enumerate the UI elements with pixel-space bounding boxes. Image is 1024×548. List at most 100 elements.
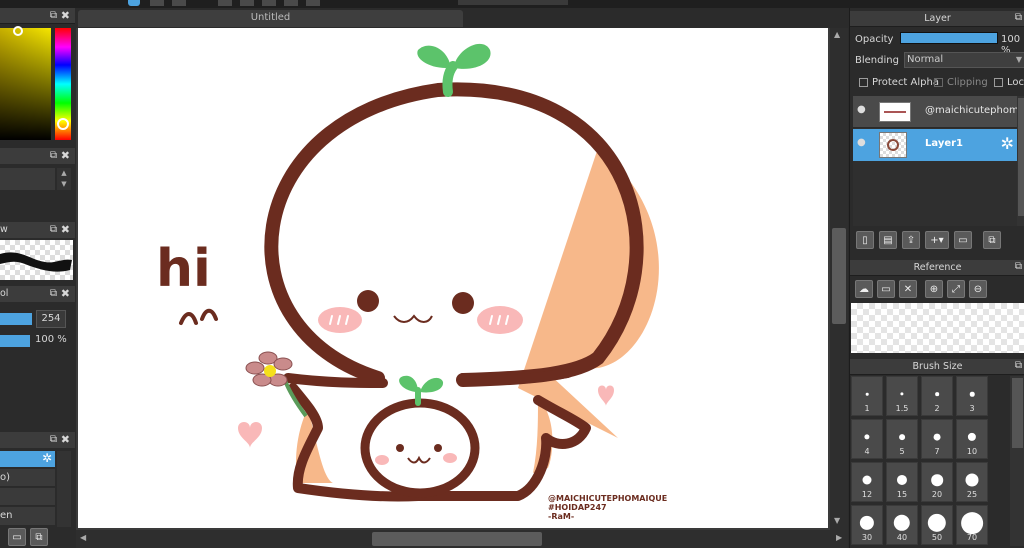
gear-icon[interactable]: ✲ [1001, 134, 1014, 153]
visibility-icon[interactable]: ● [857, 104, 866, 115]
float-icon[interactable]: ⧉ [50, 288, 57, 299]
zoom-out-icon[interactable]: ⊖ [969, 280, 987, 298]
scroll-right-arrow[interactable]: ▶ [836, 533, 842, 542]
brush-size-preset[interactable]: 10 [956, 419, 988, 459]
scroll-thumb[interactable] [832, 228, 846, 324]
toolbar-button[interactable] [218, 0, 232, 6]
stepper[interactable]: ▲ ▼ [57, 168, 71, 190]
brush-size-preset[interactable]: 3 [956, 376, 988, 416]
brush-size-preset[interactable]: 2 [921, 376, 953, 416]
layer-opacity-slider[interactable] [900, 32, 998, 44]
brush-size-dot [961, 512, 983, 534]
float-icon[interactable]: ⧉ [50, 434, 57, 445]
credit-line: #HOIDAP247 [548, 503, 607, 512]
visibility-icon[interactable]: ● [857, 137, 866, 148]
brush-size-preset[interactable]: 25 [956, 462, 988, 502]
new-layer-options-icon[interactable]: ▤ [879, 231, 897, 249]
toolbar-button[interactable] [172, 0, 186, 6]
layer-name: o) [0, 472, 11, 483]
scroll-thumb[interactable] [372, 532, 542, 546]
brush-size-preset[interactable]: 1 [851, 376, 883, 416]
toolbar-button[interactable] [306, 0, 320, 6]
close-icon[interactable]: ✖ [61, 223, 70, 236]
toolbar-field[interactable] [458, 0, 568, 5]
canvas-tab[interactable]: Untitled [78, 10, 463, 27]
protect-alpha-checkbox[interactable] [859, 77, 868, 87]
scroll-left-arrow[interactable]: ◀ [80, 533, 86, 542]
toolbar-button[interactable] [284, 0, 298, 6]
hue-cursor[interactable] [57, 118, 69, 130]
toolbar-button[interactable] [240, 0, 254, 6]
brush-size-preset[interactable]: 15 [886, 462, 918, 502]
close-icon[interactable]: ✖ [61, 9, 70, 22]
close-icon[interactable]: ✖ [61, 433, 70, 446]
protect-alpha-option[interactable]: Protect Alpha [859, 77, 939, 88]
brush-size-preset[interactable]: 7 [921, 419, 953, 459]
brush-size-label: 1 [864, 404, 870, 413]
brush-size-preset[interactable]: 1.5 [886, 376, 918, 416]
new-layer-icon[interactable]: ▯ [856, 231, 874, 249]
brush-size-scrollbar[interactable] [1010, 376, 1024, 546]
left-layer-scrollbar[interactable] [57, 451, 71, 527]
brush-size-dot [862, 475, 872, 485]
left-layer-row[interactable]: o) [0, 469, 55, 487]
gear-icon[interactable]: ✲ [42, 451, 52, 465]
brush-size-preset[interactable]: 50 [921, 505, 953, 545]
brush-size-dot [931, 474, 943, 486]
clipping-option[interactable]: Clipping [934, 77, 988, 88]
open-folder-icon[interactable]: ▭ [877, 280, 895, 298]
layer-list-scrollbar[interactable] [1017, 96, 1024, 226]
size-value-field[interactable]: 254 [36, 310, 66, 328]
left-layer-row-selected[interactable]: ✲ [0, 451, 55, 467]
layer-row[interactable]: ● @maichicutephom [853, 96, 1017, 128]
close-icon[interactable]: ✖ [61, 287, 70, 300]
brush-size-preset[interactable]: 40 [886, 505, 918, 545]
left-layer-row[interactable]: en [0, 507, 55, 525]
duplicate-icon[interactable]: ⧉ [30, 528, 48, 546]
float-icon[interactable]: ⧉ [1015, 261, 1022, 272]
blending-value: Normal [907, 54, 944, 65]
reference-image-area[interactable] [851, 303, 1024, 353]
scroll-up-arrow[interactable]: ▲ [834, 30, 840, 39]
blending-select[interactable]: Normal ▼ [904, 52, 1024, 68]
canvas-horizontal-scrollbar[interactable]: ◀ ▶ [76, 530, 848, 548]
toolbar-button[interactable] [262, 0, 276, 6]
add-layer-dropdown-icon[interactable]: +▾ [925, 231, 949, 249]
brush-size-preset[interactable]: 20 [921, 462, 953, 502]
color-saturation-square[interactable] [0, 26, 51, 140]
layer-row-selected[interactable]: ● Layer1 ✲ [853, 129, 1017, 161]
hue-slider[interactable] [55, 28, 71, 140]
lock-option[interactable]: Lock [994, 77, 1024, 88]
import-layer-icon[interactable]: ⇪ [902, 231, 920, 249]
float-icon[interactable]: ⧉ [1015, 12, 1022, 23]
brush-size-preset[interactable]: 4 [851, 419, 883, 459]
opacity-slider[interactable] [0, 335, 30, 347]
size-slider[interactable] [0, 313, 32, 325]
toolbar-button[interactable] [150, 0, 164, 6]
float-icon[interactable]: ⧉ [1015, 360, 1022, 371]
drawing-canvas[interactable]: hi @MAICHICUTEPHOMAIQUE #HOIDAP247 -RaM- [78, 28, 828, 528]
canvas-vertical-scrollbar[interactable]: ▲ ▼ [830, 28, 848, 530]
lock-checkbox[interactable] [994, 77, 1003, 87]
float-icon[interactable]: ⧉ [50, 224, 57, 235]
fit-icon[interactable]: ⤢ [947, 280, 965, 298]
color-picker-cursor[interactable] [13, 26, 23, 36]
left-layer-row[interactable] [0, 488, 55, 506]
brush-size-preset[interactable]: 5 [886, 419, 918, 459]
panel-field[interactable] [0, 168, 55, 190]
scroll-down-arrow[interactable]: ▼ [834, 516, 840, 525]
brush-size-preset[interactable]: 30 [851, 505, 883, 545]
duplicate-icon[interactable]: ⧉ [983, 231, 1001, 249]
toolbar-button[interactable] [128, 0, 140, 6]
close-icon[interactable]: ✕ [899, 280, 917, 298]
folder-icon[interactable]: ▭ [8, 528, 26, 546]
brush-size-preset[interactable]: 12 [851, 462, 883, 502]
close-icon[interactable]: ✖ [61, 149, 70, 162]
folder-icon[interactable]: ▭ [954, 231, 972, 249]
upload-icon[interactable]: ☁ [855, 280, 873, 298]
zoom-in-icon[interactable]: ⊕ [925, 280, 943, 298]
float-icon[interactable]: ⧉ [50, 10, 57, 21]
clipping-checkbox[interactable] [934, 77, 943, 87]
brush-size-preset[interactable]: 70 [956, 505, 988, 545]
float-icon[interactable]: ⧉ [50, 150, 57, 161]
